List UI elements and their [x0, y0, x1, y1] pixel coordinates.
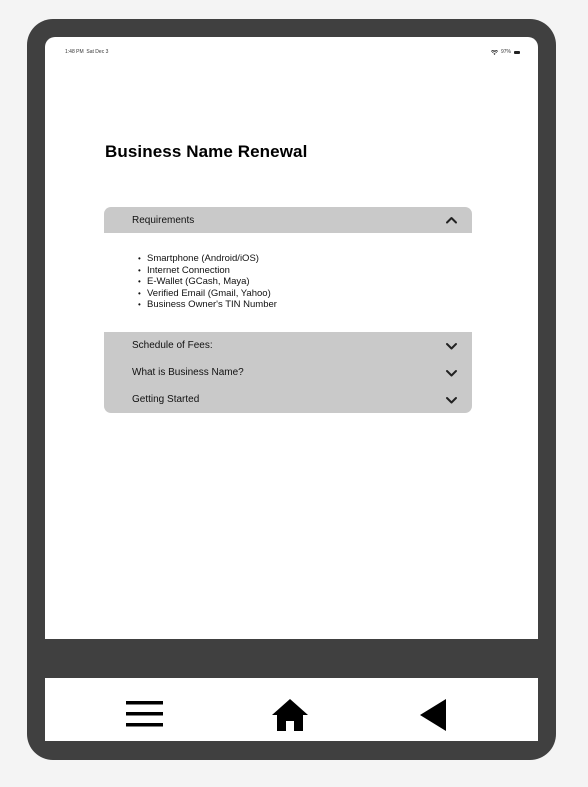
list-item: E-Wallet (GCash, Maya) — [138, 276, 472, 288]
status-time: 1:48 PM — [65, 49, 84, 55]
chevron-up-icon — [446, 217, 457, 224]
home-button[interactable] — [270, 696, 310, 732]
status-indicators: 97% — [490, 49, 520, 55]
chevron-down-icon — [446, 369, 457, 376]
battery-percent: 97% — [500, 49, 511, 55]
status-date: Sat Dec 3 — [86, 49, 109, 55]
accordion-header-schedule-of-fees[interactable]: Schedule of Fees: — [104, 332, 472, 359]
status-time-date: 1:48 PM Sat Dec 3 — [65, 49, 108, 55]
wifi-icon — [490, 49, 498, 55]
faq-accordion: Requirements Smartphone (Android/iOS) In… — [104, 207, 472, 413]
page-title: Business Name Renewal — [105, 142, 308, 161]
chevron-down-icon — [446, 342, 457, 349]
list-item: Smartphone (Android/iOS) — [138, 253, 472, 265]
menu-button[interactable] — [125, 696, 165, 732]
requirements-list: Smartphone (Android/iOS) Internet Connec… — [138, 253, 472, 311]
back-button[interactable] — [417, 696, 457, 732]
home-icon — [272, 699, 308, 731]
accordion-label: Schedule of Fees: — [132, 340, 213, 351]
bottom-nav-bar — [45, 678, 538, 741]
list-item: Business Owner's TIN Number — [138, 299, 472, 311]
battery-icon — [514, 50, 520, 54]
accordion-label: What is Business Name? — [132, 367, 244, 378]
screen: 1:48 PM Sat Dec 3 97% Business Name Rene… — [45, 37, 538, 639]
accordion-header-getting-started[interactable]: Getting Started — [104, 386, 472, 413]
accordion-label: Requirements — [132, 214, 195, 226]
list-item: Verified Email (Gmail, Yahoo) — [138, 288, 472, 300]
accordion-label: Getting Started — [132, 394, 200, 405]
list-item: Internet Connection — [138, 265, 472, 277]
nav-divider-band — [27, 639, 556, 678]
hamburger-icon — [126, 701, 163, 727]
status-bar: 1:48 PM Sat Dec 3 97% — [65, 49, 520, 59]
accordion-header-requirements[interactable]: Requirements — [104, 207, 472, 233]
tablet-frame: 1:48 PM Sat Dec 3 97% Business Name Rene… — [27, 19, 556, 760]
back-triangle-icon — [420, 699, 446, 731]
chevron-down-icon — [446, 396, 457, 403]
accordion-body-requirements: Smartphone (Android/iOS) Internet Connec… — [104, 233, 472, 332]
accordion-header-what-is-business-name[interactable]: What is Business Name? — [104, 359, 472, 386]
